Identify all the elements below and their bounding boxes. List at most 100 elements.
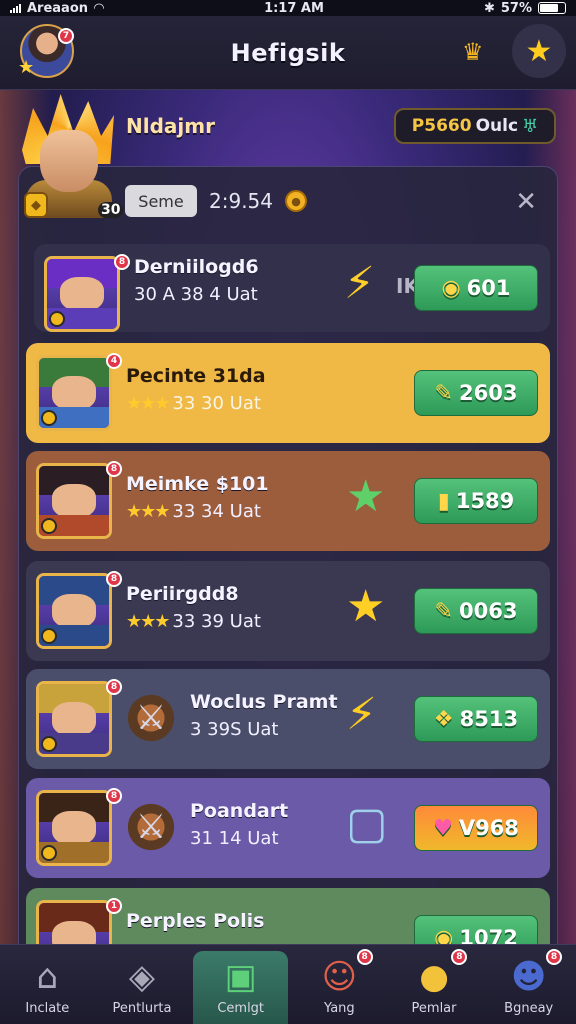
- orb-icon: ◉: [441, 275, 461, 301]
- sword-icon: ✎: [434, 380, 453, 406]
- price-value: 2603: [458, 381, 518, 405]
- list-item[interactable]: 8 Derniilogd6 30 A 38 4 Uat ⚡ IK ◉ 601: [34, 244, 550, 332]
- status-bar: Areaaon ◠ 1:17 AM ✱ 57%: [0, 0, 576, 16]
- buy-button[interactable]: ◉ 601: [414, 265, 538, 311]
- battery-icon: [537, 2, 566, 14]
- list-item[interactable]: 4 Pecinte 31da ★★★ 33 30 Uat ✎ 2603: [26, 343, 550, 443]
- stats-text: 3 39S Uat: [190, 719, 279, 740]
- weapon-icon: ⚔: [124, 691, 178, 745]
- home-icon: ⌂: [36, 957, 59, 997]
- item-name: Perples Polis: [126, 910, 265, 932]
- currency-display[interactable]: P5660 Oulc ♅: [394, 108, 556, 144]
- favorites-button[interactable]: ★: [512, 24, 566, 78]
- notification-badge: 8: [106, 571, 122, 587]
- price-value: 8513: [459, 707, 519, 731]
- hero-portrait: 8: [36, 679, 122, 757]
- clock: 1:17 AM: [264, 0, 324, 16]
- currency-amount: P5660: [411, 116, 472, 136]
- notification-badge: 4: [106, 353, 122, 369]
- buy-button[interactable]: ♥ V968: [414, 805, 538, 851]
- star-icon: ★: [18, 57, 35, 78]
- notification-badge: 8: [356, 949, 373, 965]
- rating-stars: ★★★: [126, 611, 170, 632]
- player-level: 30: [98, 202, 124, 218]
- nav-item-pemlar[interactable]: ● Pemlar 8: [387, 945, 482, 1024]
- notification-badge: 8: [451, 949, 468, 965]
- buy-button[interactable]: ✎ 2603: [414, 370, 538, 416]
- price-value: V968: [458, 816, 519, 840]
- nav-item-cemlgt[interactable]: ▣ Cemlgt: [193, 951, 289, 1024]
- stats-text: 33 30 Uat: [172, 393, 261, 414]
- bluetooth-icon: ✱: [483, 0, 495, 16]
- nav-label: Pentlurta: [112, 1001, 172, 1016]
- shield-icon: ◆: [24, 192, 48, 218]
- notification-badge: 7: [58, 28, 74, 44]
- filter-chip[interactable]: Seme: [125, 185, 197, 217]
- price-value: 1589: [455, 489, 515, 513]
- list-item[interactable]: 8 Meimke $101 ★★★ 33 34 Uat ★ ▮ 1589: [26, 451, 550, 551]
- nav-label: Inclate: [25, 1001, 70, 1016]
- buy-button[interactable]: ❖ 8513: [414, 696, 538, 742]
- nav-item-pentlurta[interactable]: ◈ Pentlurta: [95, 945, 190, 1024]
- rating-stars: ★★★: [126, 501, 170, 522]
- star-icon: ★: [346, 581, 386, 632]
- notification-badge: 8: [106, 461, 122, 477]
- frame-icon: ▢: [346, 798, 388, 849]
- item-name: Poandart: [190, 800, 289, 822]
- avatar[interactable]: ★ 7: [18, 24, 74, 78]
- price-value: 0063: [458, 599, 518, 623]
- notification-badge: 8: [106, 788, 122, 804]
- notification-badge: 8: [106, 679, 122, 695]
- item-name: Periirgdd8: [126, 583, 239, 605]
- wifi-icon: ◠: [94, 0, 105, 16]
- buy-button[interactable]: ▮ 1589: [414, 478, 538, 524]
- hero-portrait: 8: [44, 254, 130, 332]
- nav-label: Pemlar: [411, 1001, 457, 1016]
- gem-icon: ❖: [433, 706, 454, 732]
- player-name: Nldajmr: [126, 114, 215, 138]
- stats-text: 33 34 Uat: [172, 501, 261, 522]
- lightning-icon: ⚡: [346, 689, 377, 740]
- close-icon[interactable]: ✕: [515, 187, 537, 217]
- notification-badge: 8: [546, 949, 563, 965]
- top-header: ★ 7 Hefigsik ♛ ★: [0, 16, 576, 90]
- nav-item-bgneay[interactable]: ☻ Bgneay 8: [481, 945, 576, 1024]
- hero-portrait: 8: [36, 571, 122, 649]
- cannon-icon: ▮: [437, 488, 450, 514]
- nav-item-inclate[interactable]: ⌂ Inclate: [0, 945, 95, 1024]
- item-stats: ★★★ 33 30 Uat: [126, 393, 261, 414]
- crown-icon[interactable]: ♛: [462, 38, 484, 66]
- battery-percent: 57%: [500, 0, 532, 16]
- stats-text: 33 39 Uat: [172, 611, 261, 632]
- item-stats: ★★★ 33 34 Uat: [126, 501, 261, 522]
- item-name: Meimke $101: [126, 473, 269, 495]
- player-portrait[interactable]: ◆ 30: [18, 94, 124, 220]
- bottom-nav: ⌂ Inclate ◈ Pentlurta ▣ Cemlgt ☺ Yang 8 ● Pemlar 8 ☻…: [0, 944, 576, 1024]
- item-stats: ★★★ 33 39 Uat: [126, 611, 261, 632]
- item-name: Derniilogd6: [134, 256, 259, 278]
- weapon-icon: ⚔: [124, 800, 178, 854]
- star-icon: ★: [525, 33, 553, 69]
- chest-icon: ▣: [224, 957, 257, 997]
- buy-button[interactable]: ✎ 0063: [414, 588, 538, 634]
- notification-badge: 1: [106, 898, 122, 914]
- currency-unit: Oulc: [475, 116, 519, 136]
- list-item[interactable]: 8 Periirgdd8 ★★★ 33 39 Uat ★ ✎ 0063: [26, 561, 550, 661]
- refresh-timer: 2:9.54: [209, 189, 273, 213]
- page-title: Hefigsik: [230, 38, 346, 67]
- list-item[interactable]: 8 ⚔ Woclus Pramt 3 39S Uat ⚡ ❖ 8513: [26, 669, 550, 769]
- gem-icon: ♅: [522, 115, 539, 137]
- gem-frame-icon: ◈: [128, 957, 156, 997]
- nav-item-yang[interactable]: ☺ Yang 8: [292, 945, 387, 1024]
- item-stats: 31 14 Uat: [190, 828, 279, 849]
- price-value: 601: [466, 276, 511, 300]
- carrier-label: Areaaon: [27, 0, 89, 16]
- notification-badge: 8: [114, 254, 130, 270]
- item-stats: 30 A 38 4 Uat: [134, 284, 258, 305]
- nav-label: Yang: [324, 1001, 355, 1016]
- heart-icon: ♥: [433, 815, 453, 841]
- coin-pile-icon: ●: [419, 957, 449, 997]
- list-item[interactable]: 8 ⚔ Poandart 31 14 Uat ▢ ♥ V968: [26, 778, 550, 878]
- lightning-icon: ⚡: [344, 258, 375, 309]
- nav-label: Cemlgt: [217, 1001, 265, 1016]
